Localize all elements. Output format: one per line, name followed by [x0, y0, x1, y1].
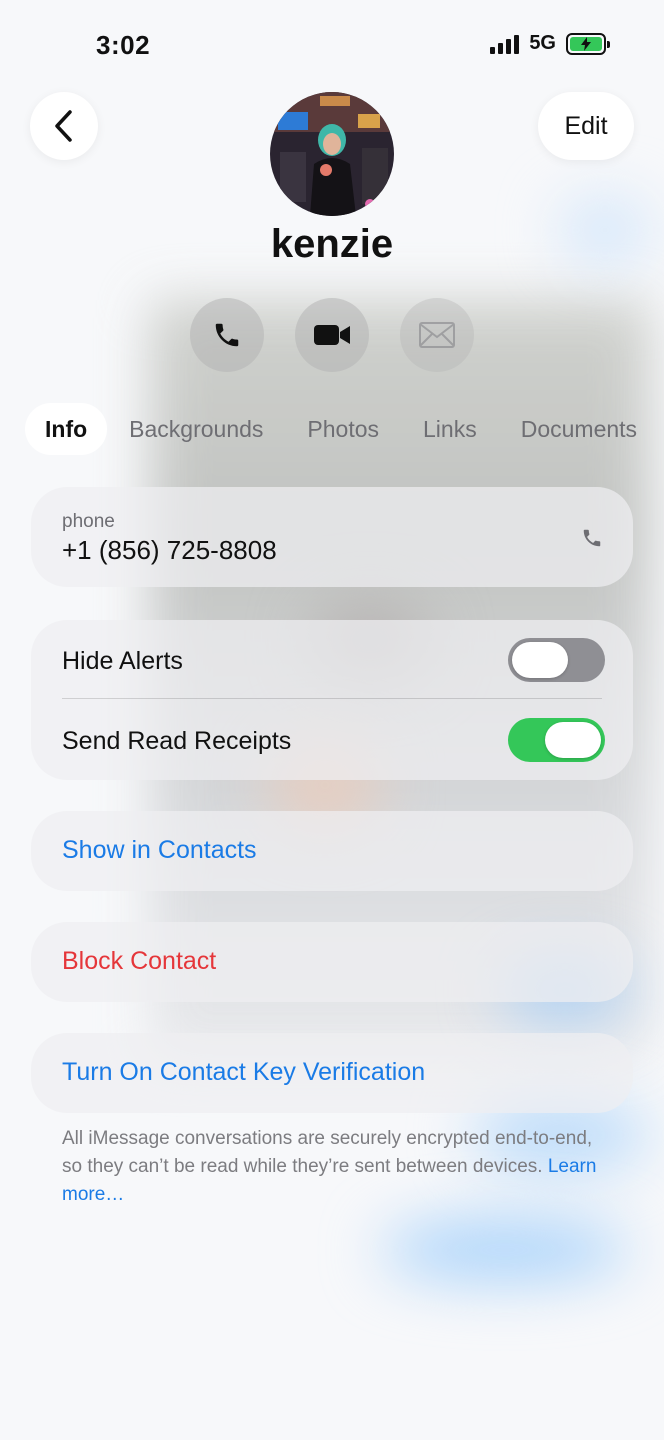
key-verification-button[interactable]: Turn On Contact Key Verification	[31, 1033, 633, 1113]
tab-backgrounds[interactable]: Backgrounds	[107, 403, 285, 455]
back-button[interactable]	[30, 92, 98, 160]
mail-icon	[419, 322, 455, 348]
divider	[62, 698, 602, 699]
avatar-photo	[270, 92, 394, 216]
phone-number: +1 (856) 725-8808	[62, 535, 277, 565]
phone-card[interactable]: phone +1 (856) 725-8808	[31, 487, 633, 587]
status-time: 3:02	[96, 30, 151, 60]
avatar[interactable]	[270, 92, 394, 216]
mail-button[interactable]	[400, 298, 474, 372]
phone-icon[interactable]	[581, 527, 603, 549]
read-receipts-label: Send Read Receipts	[62, 727, 292, 755]
signal-icon	[490, 34, 520, 54]
read-receipts-toggle[interactable]	[508, 718, 605, 762]
show-in-contacts-label: Show in Contacts	[62, 836, 257, 864]
contact-name: kenzie	[270, 222, 394, 266]
tab-photos[interactable]: Photos	[285, 403, 401, 455]
hide-alerts-toggle[interactable]	[508, 638, 605, 682]
key-verification-label: Turn On Contact Key Verification	[62, 1058, 426, 1086]
video-icon	[314, 325, 350, 345]
network-label: 5G	[529, 32, 556, 54]
call-button[interactable]	[190, 298, 264, 372]
tab-info[interactable]: Info	[25, 403, 108, 455]
edit-button[interactable]: Edit	[538, 92, 634, 160]
tab-links[interactable]: Links	[401, 403, 499, 455]
footnote-text: All iMessage conversations are securely …	[62, 1128, 593, 1177]
block-contact-label: Block Contact	[62, 947, 217, 975]
phone-label: phone	[62, 511, 115, 532]
hide-alerts-label: Hide Alerts	[62, 647, 183, 675]
settings-card: Hide Alerts Send Read Receipts	[31, 620, 633, 780]
battery-icon	[566, 32, 610, 55]
video-call-button[interactable]	[295, 298, 369, 372]
quick-actions	[190, 298, 474, 372]
chevron-left-icon	[55, 110, 72, 142]
tab-bar: Info Backgrounds Photos Links Documents	[25, 403, 659, 455]
phone-icon	[215, 323, 239, 347]
encryption-footnote: All iMessage conversations are securely …	[62, 1125, 607, 1209]
status-indicators: 5G	[490, 32, 610, 55]
block-contact-button[interactable]: Block Contact	[31, 922, 633, 1002]
show-in-contacts-button[interactable]: Show in Contacts	[31, 811, 633, 891]
charging-bolt-icon	[581, 36, 591, 51]
tab-documents[interactable]: Documents	[499, 403, 659, 455]
